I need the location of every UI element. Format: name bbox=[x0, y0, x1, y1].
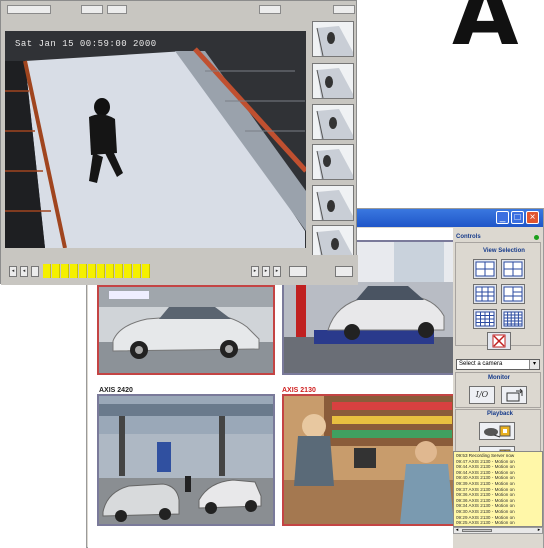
player-close-button[interactable] bbox=[335, 266, 353, 277]
close-button[interactable]: × bbox=[526, 211, 539, 224]
camera-label-4: AXIS 2130 bbox=[282, 387, 316, 394]
scroll-right-icon[interactable]: ▸ bbox=[536, 528, 542, 533]
thumbnail-2[interactable] bbox=[312, 63, 354, 99]
timeline[interactable] bbox=[43, 255, 151, 285]
event-log[interactable]: 09:53 Recording Server now 09:47 AXIS 21… bbox=[453, 451, 543, 527]
io-button[interactable]: I/O bbox=[469, 386, 495, 404]
step-back-button[interactable]: ◂ bbox=[20, 266, 28, 277]
status-indicator-icon bbox=[534, 235, 539, 240]
toolbar-button-2[interactable] bbox=[333, 5, 355, 14]
camera-select-value: Select a camera bbox=[459, 361, 503, 367]
timeline-segment[interactable] bbox=[79, 264, 87, 278]
camera-label-3: AXIS 2420 bbox=[99, 387, 133, 394]
timeline-segment[interactable] bbox=[106, 264, 114, 278]
timeline-segment[interactable] bbox=[124, 264, 132, 278]
monitor-settings-button[interactable] bbox=[501, 386, 527, 404]
camera-view-3[interactable] bbox=[97, 394, 275, 526]
toolbar-dropdown[interactable] bbox=[7, 5, 51, 14]
log-horizontal-scrollbar[interactable]: ◂ ▸ bbox=[453, 527, 543, 534]
step-forward-button[interactable]: ▸ bbox=[251, 266, 259, 277]
playback-title: Playback bbox=[487, 411, 514, 417]
main-video-view[interactable]: Sat Jan 15 00:59:00 2000 bbox=[5, 31, 306, 248]
camera-view-1[interactable] bbox=[97, 285, 275, 375]
player-controls-bar: ◂ ◂ ▸ ▸ ▸ bbox=[1, 255, 358, 285]
layout-2x2-button[interactable] bbox=[501, 259, 525, 279]
view-selection-title: View Selection bbox=[483, 248, 525, 254]
log-line: 09:25 AXIS 2130 - Motion on bbox=[456, 520, 515, 526]
video-player-window: Sat Jan 15 00:59:00 2000 ◂ ◂ ▸ ▸ ▸ bbox=[0, 0, 358, 285]
camera-view-4[interactable] bbox=[282, 394, 460, 526]
timeline-segment[interactable] bbox=[70, 264, 78, 278]
timeline-segment[interactable] bbox=[61, 264, 69, 278]
timeline-segment[interactable] bbox=[52, 264, 60, 278]
rewind-button[interactable] bbox=[31, 266, 39, 277]
playback-camera-button[interactable] bbox=[479, 422, 515, 440]
scroll-left-icon[interactable]: ◂ bbox=[454, 528, 460, 533]
toolbar-field-1[interactable] bbox=[81, 5, 103, 14]
minimize-button[interactable]: _ bbox=[496, 211, 509, 224]
layout-4x4-button[interactable] bbox=[473, 309, 497, 329]
toolbar-button-1[interactable] bbox=[259, 5, 281, 14]
scroll-thumb[interactable] bbox=[462, 529, 492, 532]
layout-mixed-button[interactable] bbox=[501, 284, 525, 304]
layout-1x4-button[interactable] bbox=[473, 259, 497, 279]
brand-logo-letter: A bbox=[452, 0, 519, 65]
video-timestamp: Sat Jan 15 00:59:00 2000 bbox=[15, 39, 157, 49]
maximize-button[interactable]: □ bbox=[511, 211, 524, 224]
timeline-segment[interactable] bbox=[115, 264, 123, 278]
monitor-title: Monitor bbox=[488, 375, 510, 381]
timeline-segment[interactable] bbox=[43, 264, 51, 278]
thumbnail-1[interactable] bbox=[312, 21, 354, 57]
thumbnail-4[interactable] bbox=[312, 144, 354, 180]
thumbnail-5[interactable] bbox=[312, 185, 354, 221]
toolbar-field-2[interactable] bbox=[107, 5, 127, 14]
timeline-segment[interactable] bbox=[142, 264, 150, 278]
timeline-segment[interactable] bbox=[88, 264, 96, 278]
clear-view-button[interactable] bbox=[487, 332, 511, 350]
play-button[interactable]: ▸ bbox=[262, 266, 270, 277]
prev-button[interactable]: ◂ bbox=[9, 266, 17, 277]
layout-3x3-button[interactable] bbox=[473, 284, 497, 304]
next-button[interactable]: ▸ bbox=[273, 266, 281, 277]
controls-title: Controls bbox=[456, 234, 481, 240]
thumbnail-3[interactable] bbox=[312, 104, 354, 140]
timeline-segment[interactable] bbox=[133, 264, 141, 278]
camera-select[interactable]: Select a camera ▾ bbox=[456, 359, 540, 370]
player-action-button[interactable] bbox=[289, 266, 307, 277]
timeline-segment[interactable] bbox=[97, 264, 105, 278]
view-selection-group bbox=[455, 242, 541, 346]
layout-5x5-button[interactable] bbox=[501, 309, 525, 329]
chevron-down-icon[interactable]: ▾ bbox=[529, 360, 539, 369]
